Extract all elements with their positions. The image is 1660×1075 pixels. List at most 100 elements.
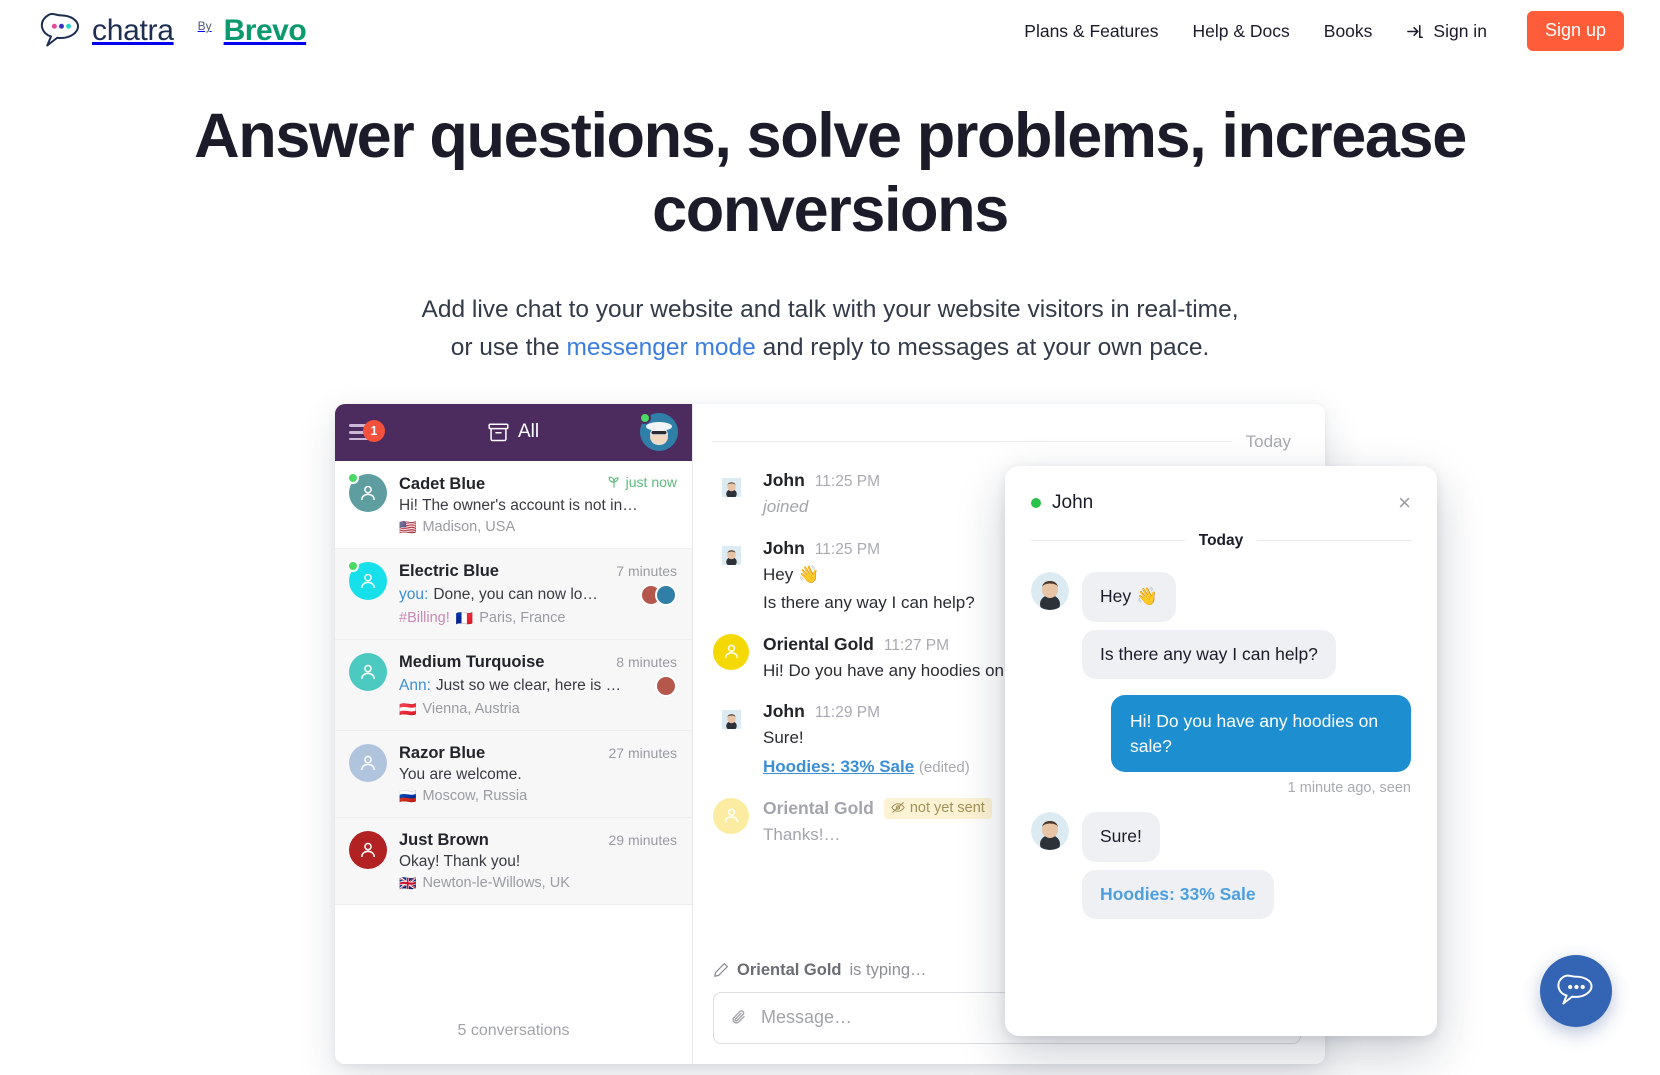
chat-bubble-dots-icon bbox=[1557, 974, 1593, 1005]
online-status-dot bbox=[347, 471, 359, 484]
brand-parent-name: Brevo bbox=[223, 14, 307, 47]
typing-author: Oriental Gold bbox=[737, 960, 842, 979]
conversation-item-just-brown[interactable]: Just Brown 29 minutes Okay! Thank you! 🇬… bbox=[335, 817, 692, 905]
typing-suffix: is typing… bbox=[849, 960, 927, 979]
conversation-location: Vienna, Austria bbox=[422, 700, 520, 717]
widget-message-in: Sure! bbox=[1082, 812, 1160, 862]
messenger-widget: John × Today Hey 👋 Is there any way I ca… bbox=[1005, 465, 1437, 1036]
transcript-day-separator: Today bbox=[713, 432, 1291, 452]
nav-help-docs[interactable]: Help & Docs bbox=[1193, 21, 1290, 42]
nav-books[interactable]: Books bbox=[1324, 21, 1373, 42]
widget-message-status: 1 minute ago, seen bbox=[1287, 780, 1411, 797]
chat-launcher-button[interactable] bbox=[1540, 955, 1612, 1027]
hero-sub-line2-pre: or use the bbox=[450, 333, 567, 361]
conversation-snippet: Hi! The owner's account is not in… bbox=[399, 497, 677, 515]
conversations-count: 5 conversations bbox=[457, 1021, 570, 1039]
conversation-name: Razor Blue bbox=[399, 743, 486, 762]
message-author: Oriental Gold bbox=[763, 633, 874, 654]
country-flag-icon: 🇫🇷 bbox=[455, 609, 474, 626]
conversation-location: Moscow, Russia bbox=[422, 787, 528, 804]
snippet-author: you: bbox=[399, 585, 429, 603]
nav-plans-features[interactable]: Plans & Features bbox=[1024, 21, 1158, 42]
conversation-avatar bbox=[349, 830, 387, 869]
snippet-text: Okay! Thank you! bbox=[399, 852, 521, 870]
conversation-meta: 🇦🇹 Vienna, Austria bbox=[399, 701, 677, 717]
avatar bbox=[713, 470, 749, 506]
hero-section: Answer questions, solve problems, increa… bbox=[0, 62, 1660, 366]
inbox-filter: All bbox=[335, 421, 692, 443]
conversation-list-topbar: 1 All bbox=[335, 403, 692, 461]
widget-message-in: Is there any way I can help? bbox=[1082, 629, 1336, 680]
conversation-location: Madison, USA bbox=[422, 518, 516, 535]
snippet-text: Hi! The owner's account is not in… bbox=[399, 496, 638, 514]
conversation-avatar bbox=[349, 743, 387, 782]
conversation-time: 29 minutes bbox=[608, 831, 677, 848]
widget-day-separator: Today bbox=[1031, 532, 1411, 550]
message-time: 11:29 PM bbox=[814, 704, 881, 722]
widget-message-out: Hi! Do you have any hoodies on sale? bbox=[1111, 695, 1411, 773]
conversation-time: 27 minutes bbox=[608, 744, 677, 761]
widget-message-link[interactable]: Hoodies: 33% Sale bbox=[1082, 869, 1274, 920]
sprout-icon bbox=[608, 476, 619, 488]
conversation-name: Just Brown bbox=[399, 830, 489, 849]
snippet-text: Done, you can now lo… bbox=[433, 585, 598, 603]
avatar bbox=[713, 701, 749, 737]
close-icon[interactable]: × bbox=[1398, 491, 1411, 514]
avatar bbox=[713, 797, 749, 834]
participant-avatars bbox=[639, 583, 677, 606]
conversation-name: Medium Turquoise bbox=[399, 652, 545, 671]
conversation-snippet: Okay! Thank you! bbox=[399, 853, 677, 871]
hamburger-menu-icon[interactable]: 1 bbox=[349, 420, 385, 443]
country-flag-icon: 🇷🇺 bbox=[399, 787, 417, 804]
status-badge: not yet sent bbox=[883, 797, 992, 819]
message-author: John bbox=[763, 469, 805, 490]
conversation-snippet: You are welcome. bbox=[399, 766, 677, 784]
messenger-mode-link[interactable]: messenger mode bbox=[566, 334, 755, 361]
message-author: John bbox=[763, 701, 805, 722]
brand-name: chatra bbox=[92, 14, 174, 47]
avatar bbox=[349, 652, 387, 717]
conversation-item-razor-blue[interactable]: Razor Blue 27 minutes You are welcome. 🇷… bbox=[335, 730, 692, 818]
conversation-item-medium-turquoise[interactable]: Medium Turquoise 8 minutes Ann: Just so … bbox=[335, 639, 692, 731]
widget-message-group: Hey 👋 Is there any way I can help? bbox=[1031, 571, 1411, 680]
avatar bbox=[1031, 812, 1069, 851]
inbox-filter-label: All bbox=[517, 421, 540, 443]
conversation-name: Electric Blue bbox=[399, 561, 499, 580]
sign-in-arrow-icon bbox=[1406, 22, 1425, 41]
conversation-item-electric-blue[interactable]: Electric Blue 7 minutes you: Done, you c… bbox=[335, 548, 692, 640]
time-text: just now bbox=[625, 473, 677, 490]
snippet-text: Just so we clear, here is … bbox=[435, 676, 622, 694]
country-flag-icon: 🇺🇸 bbox=[399, 518, 417, 535]
current-agent-avatar[interactable] bbox=[639, 412, 678, 452]
main-nav: Plans & Features Help & Docs Books Sign … bbox=[1024, 11, 1624, 51]
conversation-snippet: Ann: Just so we clear, here is … bbox=[399, 674, 677, 697]
widget-message-group: Sure! Hoodies: 33% Sale bbox=[1031, 812, 1411, 920]
conversation-time: 7 minutes bbox=[616, 562, 677, 579]
message-link[interactable]: Hoodies: 33% Sale bbox=[763, 757, 914, 776]
brand-by-label: By bbox=[197, 19, 212, 33]
archive-box-icon bbox=[488, 423, 509, 442]
hero-sub-line2-post: and reply to messages at your own pace. bbox=[755, 333, 1210, 361]
message-input-placeholder: Message… bbox=[761, 1007, 853, 1028]
eye-slash-icon bbox=[891, 802, 905, 814]
message-author: John bbox=[763, 537, 805, 558]
conversation-snippet: you: Done, you can now lo… bbox=[399, 583, 677, 606]
message-time: 11:25 PM bbox=[814, 540, 881, 558]
app-mockup: 1 All Cadet Blue just now Hi! The owner'… bbox=[335, 403, 1437, 1075]
widget-message-out-group: Hi! Do you have any hoodies on sale? 1 m… bbox=[1031, 695, 1411, 796]
day-label: Today bbox=[1245, 431, 1291, 451]
sign-up-button[interactable]: Sign up bbox=[1526, 11, 1624, 51]
day-label: Today bbox=[1198, 531, 1244, 549]
conversation-tag: #Billing! bbox=[399, 609, 450, 626]
message-time: 11:25 PM bbox=[814, 472, 881, 490]
message-author: Oriental Gold bbox=[763, 798, 874, 819]
conversation-item-cadet-blue[interactable]: Cadet Blue just now Hi! The owner's acco… bbox=[335, 460, 692, 549]
avatar bbox=[713, 538, 749, 574]
conversation-meta: 🇬🇧 Newton-le-Willows, UK bbox=[399, 875, 677, 891]
avatar bbox=[349, 830, 387, 891]
site-header: chatra By Brevo Plans & Features Help & … bbox=[0, 0, 1660, 62]
brand-logo-link[interactable]: chatra By Brevo bbox=[40, 12, 307, 49]
paperclip-icon[interactable] bbox=[730, 1008, 749, 1027]
sign-in-link[interactable]: Sign in bbox=[1406, 21, 1487, 42]
pencil-icon bbox=[714, 963, 729, 978]
